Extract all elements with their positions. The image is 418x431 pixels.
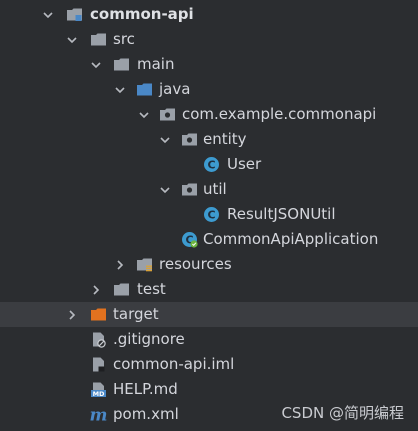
file-icon xyxy=(90,356,107,373)
tree-label: CommonApiApplication xyxy=(203,230,379,248)
tree-label: common-api xyxy=(90,5,194,23)
maven-icon: m xyxy=(90,406,107,423)
class-icon: C xyxy=(203,156,220,173)
chevron-right-icon[interactable] xyxy=(64,302,80,327)
tree-row-common-api[interactable]: common-api xyxy=(0,2,418,27)
excluded-folder-icon xyxy=(90,306,107,323)
tree-label: pom.xml xyxy=(113,405,179,423)
tree-row-commonapiapplication[interactable]: C CommonApiApplication xyxy=(0,227,418,252)
tree-row-entity[interactable]: entity xyxy=(0,127,418,152)
tree-row-main[interactable]: main xyxy=(0,52,418,77)
folder-icon xyxy=(90,31,107,48)
tree-label: entity xyxy=(203,130,247,148)
tree-label: User xyxy=(227,155,262,173)
package-icon xyxy=(181,181,198,198)
tree-label: test xyxy=(137,280,166,298)
tree-label: java xyxy=(159,80,191,98)
chevron-down-icon[interactable] xyxy=(88,52,104,77)
tree-label: target xyxy=(113,305,159,323)
folder-icon xyxy=(113,56,130,73)
svg-text:C: C xyxy=(207,159,215,172)
tree-row-java[interactable]: java xyxy=(0,77,418,102)
tree-label: common-api.iml xyxy=(113,355,235,373)
folder-icon xyxy=(113,281,130,298)
svg-text:C: C xyxy=(207,209,215,222)
source-folder-icon xyxy=(136,81,153,98)
markdown-icon: MD xyxy=(90,381,107,398)
svg-text:m: m xyxy=(90,406,107,423)
chevron-right-icon[interactable] xyxy=(88,277,104,302)
tree-row-help-md[interactable]: MD HELP.md xyxy=(0,377,418,402)
chevron-down-icon[interactable] xyxy=(112,77,128,102)
chevron-down-icon[interactable] xyxy=(136,102,152,127)
chevron-down-icon[interactable] xyxy=(157,127,173,152)
tree-row-src[interactable]: src xyxy=(0,27,418,52)
chevron-right-icon[interactable] xyxy=(112,252,128,277)
tree-row-iml[interactable]: common-api.iml xyxy=(0,352,418,377)
tree-row-user[interactable]: C User xyxy=(0,152,418,177)
tree-label: .gitignore xyxy=(113,330,185,348)
package-icon xyxy=(181,131,198,148)
spring-boot-class-icon: C xyxy=(181,231,198,248)
chevron-down-icon[interactable] xyxy=(64,27,80,52)
resources-folder-icon xyxy=(136,256,153,273)
svg-text:MD: MD xyxy=(93,390,105,398)
tree-row-gitignore[interactable]: .gitignore xyxy=(0,327,418,352)
tree-label: main xyxy=(137,55,175,73)
tree-row-resources[interactable]: resources xyxy=(0,252,418,277)
tree-label: ResultJSONUtil xyxy=(227,205,336,223)
tree-label: HELP.md xyxy=(113,380,178,398)
tree-row-resultjsonutil[interactable]: C ResultJSONUtil xyxy=(0,202,418,227)
chevron-down-icon[interactable] xyxy=(40,2,56,27)
tree-label: util xyxy=(203,180,227,198)
module-folder-icon xyxy=(66,6,83,23)
tree-row-target[interactable]: target xyxy=(0,302,418,327)
watermark: CSDN @简明编程 xyxy=(281,404,404,422)
package-icon xyxy=(159,106,176,123)
tree-label: src xyxy=(113,30,135,48)
class-icon: C xyxy=(203,206,220,223)
chevron-down-icon[interactable] xyxy=(157,177,173,202)
ignore-file-icon xyxy=(90,331,107,348)
tree-row-util[interactable]: util xyxy=(0,177,418,202)
tree-row-package[interactable]: com.example.commonapi xyxy=(0,102,418,127)
project-tree: common-api src main java com.example.com… xyxy=(0,0,418,431)
tree-label: resources xyxy=(159,255,232,273)
tree-label: com.example.commonapi xyxy=(182,105,377,123)
tree-row-test[interactable]: test xyxy=(0,277,418,302)
